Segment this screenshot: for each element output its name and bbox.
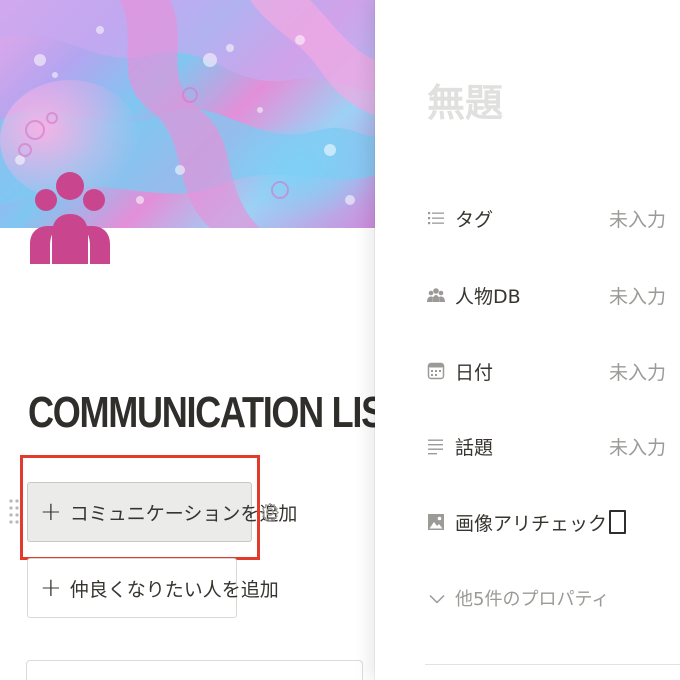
people-icon [427,286,445,304]
text-lines-icon [427,437,445,455]
peek-panel: 無題 タグ 未入力 人物DB 未入力 日付 未入力 話題 未入力 画像アリチェッ… [375,0,680,680]
property-value[interactable]: 未入力 [609,433,666,460]
add-person-button[interactable]: + 仲良くなりたい人を追加 [27,558,279,618]
property-name: 人物DB [455,285,521,308]
more-properties-label: 他5件のプロパティ [455,589,610,610]
property-value[interactable]: 未入力 [609,205,666,232]
page-title[interactable]: COMMUNICATION LIS [28,388,375,438]
property-value[interactable]: 未入力 [609,358,666,385]
peek-title[interactable]: 無題 [427,72,503,127]
database-view-frame [26,660,363,680]
property-row-person-db[interactable]: 人物DB 未入力 [427,280,667,310]
property-name: 画像アリチェック [455,512,608,535]
drag-handle-icon[interactable] [9,498,19,526]
property-name: 話題 [455,436,494,459]
property-row-tag[interactable]: タグ 未入力 [427,203,667,233]
property-name: 日付 [455,361,494,384]
more-properties-toggle[interactable]: 他5件のプロパティ [429,585,609,611]
people-page-icon[interactable] [28,172,112,264]
chevron-down-icon [429,588,445,609]
image-icon [427,513,445,531]
property-row-topic[interactable]: 話題 未入力 [427,431,667,461]
gear-icon[interactable] [259,501,281,523]
property-name: タグ [455,208,494,231]
property-row-date[interactable]: 日付 未入力 [427,356,667,386]
divider [425,664,680,665]
list-icon [427,209,445,227]
property-row-image-check[interactable]: 画像アリチェック [427,507,667,537]
property-value[interactable]: 未入力 [609,282,666,309]
calendar-icon [427,362,445,380]
page-view: COMMUNICATION LIS + コミュニケーションを追加 + 仲良くなり… [0,0,375,680]
highlight-frame [20,455,260,560]
image-check-checkbox[interactable] [609,510,626,534]
add-person-label: 仲良くなりたい人を追加 [69,578,279,601]
plus-icon: + [40,573,62,603]
